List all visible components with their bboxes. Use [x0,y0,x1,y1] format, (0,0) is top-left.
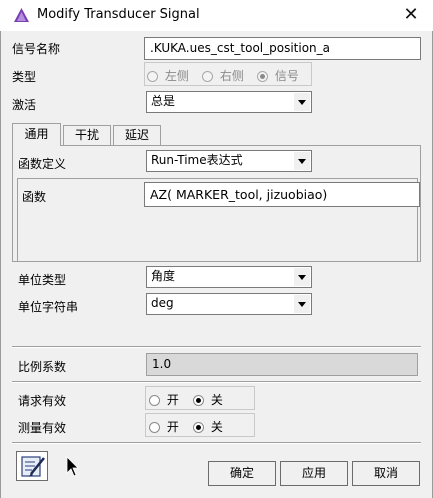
request-off-dot[interactable] [193,395,204,406]
chevron-down-icon[interactable] [294,93,310,111]
tab-disturbance[interactable]: 干扰 [63,125,111,145]
signal-name-input[interactable]: .KUKA.ues_cst_tool_position_a [144,37,421,60]
type-radio-right[interactable]: 右侧 [202,67,244,84]
function-def-value: Run-Time表达式 [151,153,243,167]
window-title: Modify Transducer Signal [37,7,200,22]
radio-right-label: 右侧 [219,69,244,83]
function-expression-input[interactable]: AZ( MARKER_tool, jizuobiao) [144,182,420,207]
ok-button[interactable]: 确定 [208,461,276,486]
request-valid-off[interactable]: 关 [193,391,223,408]
activate-value: 总是 [151,94,176,108]
mouse-pointer-icon [66,456,80,478]
unit-string-label: 单位字符串 [18,300,79,314]
radio-right-dot[interactable] [202,71,213,82]
tab-general[interactable]: 通用 [12,123,61,146]
cancel-button[interactable]: 取消 [352,461,420,486]
chevron-down-icon[interactable] [294,152,310,170]
measure-valid-label: 测量有效 [18,421,67,435]
type-radio-signal[interactable]: 信号 [257,67,299,84]
divider-highlight [12,443,421,444]
type-radio-left[interactable]: 左侧 [147,67,189,84]
unit-type-value: 角度 [151,269,176,283]
close-icon[interactable]: ✕ [398,2,424,28]
function-def-select[interactable]: Run-Time表达式 [146,150,312,172]
request-on-dot[interactable] [149,395,160,406]
chevron-down-icon[interactable] [294,268,310,286]
function-def-label: 函数定义 [18,157,67,171]
activate-select[interactable]: 总是 [146,91,312,113]
request-off-label: 关 [210,393,223,407]
measure-off-label: 关 [210,420,223,434]
apply-button[interactable]: 应用 [280,461,348,486]
chevron-down-icon[interactable] [294,295,310,313]
unit-type-select[interactable]: 角度 [146,266,312,288]
divider-highlight [12,382,421,383]
tab-delay[interactable]: 延迟 [113,125,161,145]
measure-valid-on[interactable]: 开 [149,418,179,435]
scale-input[interactable]: 1.0 [146,353,418,376]
activate-label: 激活 [12,98,37,112]
unit-string-value: deg [151,296,174,310]
measure-on-label: 开 [166,420,179,434]
request-on-label: 开 [166,393,179,407]
measure-on-dot[interactable] [149,422,160,433]
measure-off-dot[interactable] [193,422,204,433]
radio-left-dot[interactable] [147,71,158,82]
edit-notepad-icon[interactable] [16,451,48,481]
function-label: 函数 [22,190,47,204]
request-valid-on[interactable]: 开 [149,391,179,408]
signal-name-label: 信号名称 [12,42,61,56]
unit-type-label: 单位类型 [18,273,67,287]
window-border-left [0,31,1,498]
request-valid-label: 请求有效 [18,394,67,408]
app-icon [13,7,30,24]
scale-label: 比例系数 [18,360,67,374]
radio-signal-dot[interactable] [257,71,268,82]
type-label: 类型 [12,70,37,84]
divider-highlight [12,347,421,348]
unit-string-select[interactable]: deg [146,293,312,315]
measure-valid-off[interactable]: 关 [193,418,223,435]
radio-left-label: 左侧 [164,69,189,83]
radio-signal-label: 信号 [274,69,299,83]
